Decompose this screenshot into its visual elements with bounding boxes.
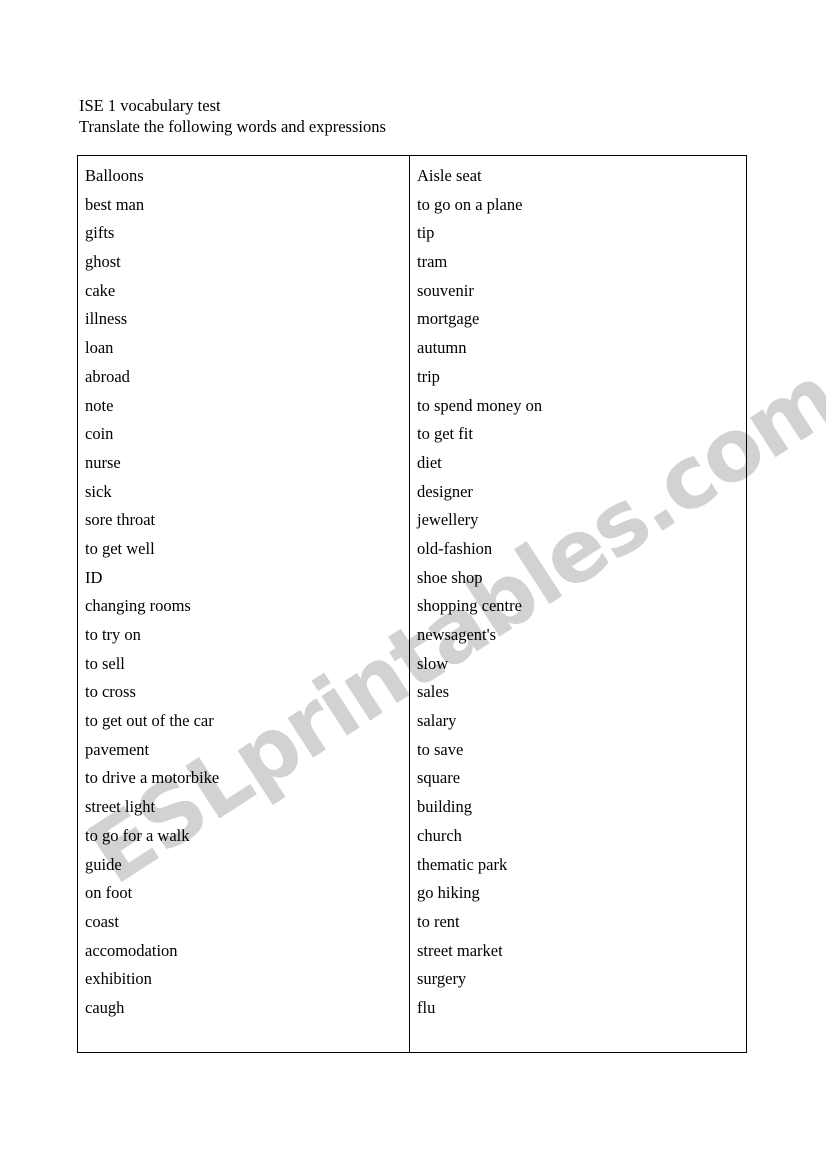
- vocabulary-item: coast: [85, 911, 119, 931]
- vocabulary-column-left: Balloons best man gifts ghost cake illness loa…: [78, 156, 410, 1052]
- worksheet-header: ISE 1 vocabulary test Translate the foll…: [79, 96, 386, 137]
- vocabulary-item: slow: [417, 653, 449, 673]
- vocabulary-item: to go for a walk: [85, 825, 190, 845]
- vocabulary-item: thematic park: [417, 854, 508, 874]
- vocabulary-item: street market: [417, 940, 503, 960]
- vocabulary-item: church: [417, 825, 462, 845]
- vocabulary-item: go hiking: [417, 883, 480, 903]
- vocabulary-item: on foot: [85, 883, 133, 903]
- vocabulary-item: to drive a motorbike: [85, 768, 220, 788]
- vocabulary-item: surgery: [417, 969, 467, 989]
- vocabulary-item: souvenir: [417, 280, 474, 300]
- vocabulary-item: to go on a plane: [417, 194, 523, 214]
- vocabulary-table: Balloons best man gifts ghost cake illness loa…: [77, 155, 747, 1053]
- vocabulary-item: Aisle seat: [417, 166, 482, 185]
- vocabulary-item: note: [85, 395, 114, 415]
- vocabulary-item: nurse: [85, 452, 121, 472]
- vocabulary-item: loan: [85, 338, 114, 358]
- vocabulary-item: to save: [417, 739, 464, 759]
- vocabulary-item: jewellery: [417, 510, 479, 530]
- vocabulary-item: to cross: [85, 682, 136, 702]
- vocabulary-item: sales: [417, 682, 450, 702]
- vocabulary-item: ID: [85, 567, 103, 587]
- vocabulary-item: to sell: [85, 653, 125, 673]
- vocabulary-item: salary: [417, 711, 457, 731]
- vocabulary-item: tram: [417, 252, 448, 272]
- vocabulary-item: best man: [85, 194, 145, 214]
- vocabulary-item: caugh: [85, 997, 125, 1017]
- vocabulary-item: street light: [85, 797, 156, 817]
- vocabulary-item: to get fit: [417, 424, 473, 444]
- vocabulary-item: to try on: [85, 625, 141, 644]
- vocabulary-item: square: [417, 768, 461, 788]
- vocabulary-item: tip: [417, 223, 435, 243]
- vocabulary-item: accomodation: [85, 940, 178, 960]
- vocabulary-item: flu: [417, 997, 436, 1017]
- worksheet-page: ESLprintables.com ISE 1 vocabulary test …: [0, 0, 826, 1169]
- vocabulary-item: exhibition: [85, 969, 152, 989]
- vocabulary-item: pavement: [85, 739, 150, 759]
- vocabulary-item: to spend money on: [417, 395, 543, 415]
- vocabulary-item: autumn: [417, 338, 467, 358]
- vocabulary-item: to get well: [85, 538, 155, 558]
- vocabulary-list-left: Balloons best man gifts ghost cake illness loa…: [78, 156, 409, 1023]
- vocabulary-item: coin: [85, 424, 114, 444]
- vocabulary-item: diet: [417, 452, 442, 472]
- vocabulary-item: sore throat: [85, 510, 156, 530]
- vocabulary-item: sick: [85, 481, 112, 501]
- vocabulary-item: mortgage: [417, 309, 480, 329]
- vocabulary-column-right: Aisle seat to go on a plane tip tram souveni…: [410, 156, 746, 1052]
- vocabulary-item: illness: [85, 309, 128, 329]
- vocabulary-list-right: Aisle seat to go on a plane tip tram souveni…: [410, 156, 746, 1023]
- worksheet-instructions: Translate the following words and expres…: [79, 116, 386, 136]
- vocabulary-item: old-fashion: [417, 538, 493, 558]
- vocabulary-item: cake: [85, 280, 116, 300]
- vocabulary-item: ghost: [85, 252, 121, 272]
- vocabulary-item: shoe shop: [417, 567, 483, 587]
- vocabulary-item: changing rooms: [85, 596, 191, 616]
- vocabulary-item: trip: [417, 366, 440, 386]
- vocabulary-item: to get out of the car: [85, 711, 214, 731]
- vocabulary-item: Balloons: [85, 166, 144, 185]
- vocabulary-item: newsagent's: [417, 625, 497, 644]
- vocabulary-item: designer: [417, 481, 473, 501]
- worksheet-title: ISE 1 vocabulary test: [79, 96, 221, 115]
- vocabulary-item: abroad: [85, 366, 130, 386]
- vocabulary-item: to rent: [417, 911, 460, 931]
- vocabulary-item: guide: [85, 854, 122, 874]
- vocabulary-item: shopping centre: [417, 596, 522, 616]
- vocabulary-item: building: [417, 797, 473, 817]
- vocabulary-item: gifts: [85, 223, 115, 243]
